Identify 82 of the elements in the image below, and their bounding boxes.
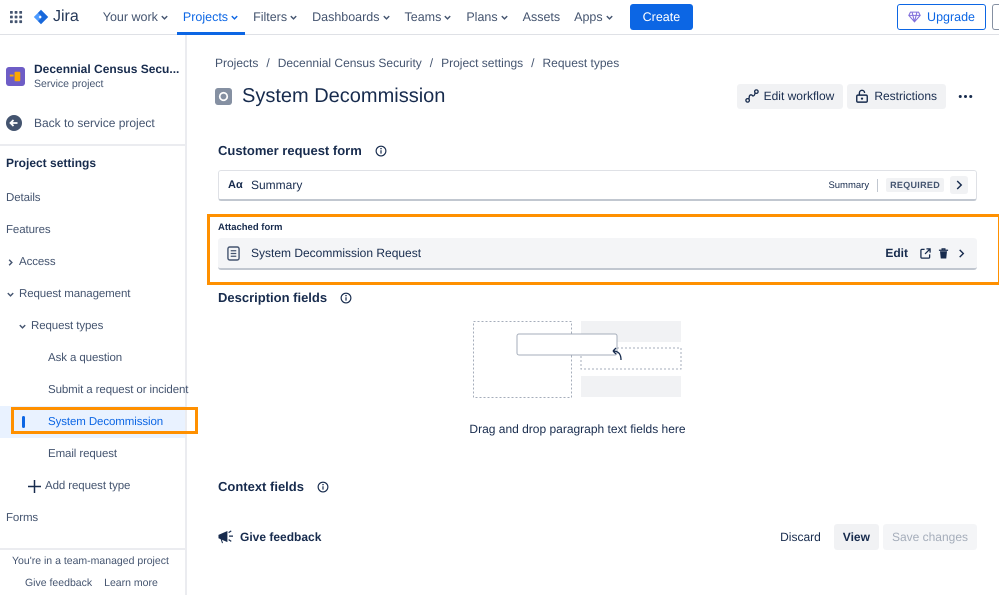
project-name: Decennial Census Secu... bbox=[34, 62, 180, 76]
section-heading: Customer request form bbox=[218, 143, 362, 158]
required-lozenge: REQUIRED bbox=[886, 178, 944, 192]
request-type-icon bbox=[215, 88, 232, 104]
nav-tab[interactable]: Teams bbox=[398, 0, 458, 34]
give-feedback-button[interactable]: Give feedback bbox=[210, 530, 330, 544]
breadcrumb-separator: / bbox=[266, 56, 270, 70]
project-type: Service project bbox=[34, 78, 104, 90]
app-switcher-icon[interactable] bbox=[10, 10, 23, 24]
attached-form-row[interactable]: System Decommission Request Edit bbox=[218, 238, 977, 270]
trash-icon[interactable] bbox=[938, 248, 949, 258]
footer-link[interactable]: Learn more bbox=[104, 577, 158, 589]
nav-tab[interactable]: Your work bbox=[96, 0, 175, 34]
create-button[interactable]: Create bbox=[630, 4, 694, 30]
sidebar-item[interactable]: Request management bbox=[0, 278, 185, 310]
upgrade-button[interactable]: Upgrade bbox=[897, 4, 986, 30]
workflow-icon[interactable] bbox=[744, 89, 759, 103]
restrictions-button[interactable]: Restrictions bbox=[847, 84, 946, 108]
sidebar-item[interactable]: Add request type bbox=[0, 470, 185, 502]
caret-icon[interactable] bbox=[500, 12, 509, 22]
chevron-icon[interactable] bbox=[6, 258, 15, 266]
caret-icon[interactable] bbox=[160, 12, 169, 22]
sidebar-item[interactable]: Forms bbox=[0, 502, 185, 534]
megaphone-icon[interactable] bbox=[218, 530, 234, 544]
nav-tab[interactable]: Projects bbox=[176, 0, 246, 34]
nav-tab[interactable]: Apps bbox=[568, 0, 620, 34]
sidebar-item[interactable]: Features bbox=[0, 214, 185, 246]
caret-icon[interactable] bbox=[604, 12, 614, 22]
nav-tab[interactable]: Dashboards bbox=[306, 0, 396, 34]
logo-icon[interactable] bbox=[33, 9, 49, 25]
sidebar-item[interactable]: Email request bbox=[0, 438, 185, 470]
sidebar-heading: Project settings bbox=[0, 144, 185, 182]
field-name: Summary bbox=[251, 178, 302, 192]
plus-icon[interactable] bbox=[28, 480, 41, 492]
attached-form-label: Attached form bbox=[218, 222, 284, 233]
padlock-icon[interactable] bbox=[855, 89, 870, 103]
edit-workflow-button[interactable]: Edit workflow bbox=[736, 84, 844, 108]
back-link[interactable]: Back to service project bbox=[0, 112, 185, 134]
chevron-icon[interactable] bbox=[6, 290, 15, 298]
sidebar-item[interactable]: Request types bbox=[0, 310, 185, 342]
nav-tab[interactable]: Assets bbox=[516, 0, 566, 34]
external-link-icon[interactable] bbox=[920, 248, 931, 258]
section-heading: Description fields bbox=[218, 290, 328, 305]
footer-note: You're in a team-managed project bbox=[12, 555, 170, 567]
chevron-right-icon[interactable] bbox=[950, 176, 968, 194]
project-avatar-icon bbox=[6, 66, 25, 86]
caret-icon[interactable] bbox=[382, 12, 390, 22]
edit-link[interactable]: Edit bbox=[885, 246, 908, 260]
caret-icon[interactable] bbox=[230, 12, 240, 22]
info-icon[interactable] bbox=[374, 144, 387, 156]
field-row[interactable]: Aα Summary Summary REQUIRED bbox=[218, 170, 977, 201]
chevron-icon[interactable] bbox=[18, 322, 27, 330]
caret-icon[interactable] bbox=[443, 12, 452, 22]
sidebar-item[interactable]: Ask a question bbox=[0, 342, 185, 374]
caret-icon[interactable] bbox=[289, 12, 298, 22]
nav-tab[interactable]: Plans bbox=[460, 0, 515, 34]
product-name[interactable]: Jira bbox=[53, 8, 79, 26]
more-icon[interactable] bbox=[958, 94, 973, 98]
gem-icon[interactable] bbox=[908, 11, 922, 23]
breadcrumb-link[interactable]: Projects bbox=[215, 56, 258, 70]
field-display-name: Summary bbox=[828, 180, 870, 190]
attached-form-name: System Decommission Request bbox=[251, 246, 422, 260]
breadcrumb-link[interactable]: Project settings bbox=[441, 56, 524, 70]
info-icon[interactable] bbox=[340, 292, 352, 304]
footer-button[interactable]: View bbox=[834, 524, 879, 550]
button-edge[interactable] bbox=[992, 4, 999, 30]
nav-tab[interactable]: Filters bbox=[247, 0, 304, 34]
info-icon[interactable] bbox=[316, 480, 329, 492]
sidebar-item[interactable]: Access bbox=[0, 246, 185, 278]
chevron-right-icon[interactable] bbox=[956, 248, 967, 258]
breadcrumb-separator: / bbox=[531, 56, 535, 70]
footer-button[interactable]: Discard bbox=[771, 524, 830, 550]
sidebar-item[interactable]: Details bbox=[0, 182, 185, 214]
breadcrumb-link[interactable]: Request types bbox=[542, 56, 620, 70]
breadcrumb-separator: / bbox=[430, 56, 434, 70]
empty-state-text: Drag and drop paragraph text fields here bbox=[469, 422, 686, 436]
footer-link[interactable]: Give feedback bbox=[25, 577, 92, 589]
page-title: System Decommission bbox=[242, 84, 446, 108]
form-icon bbox=[227, 246, 240, 260]
section-heading: Context fields bbox=[218, 479, 304, 494]
breadcrumb-link[interactable]: Decennial Census Security bbox=[278, 56, 422, 70]
text-field-icon: Aα bbox=[228, 179, 251, 191]
